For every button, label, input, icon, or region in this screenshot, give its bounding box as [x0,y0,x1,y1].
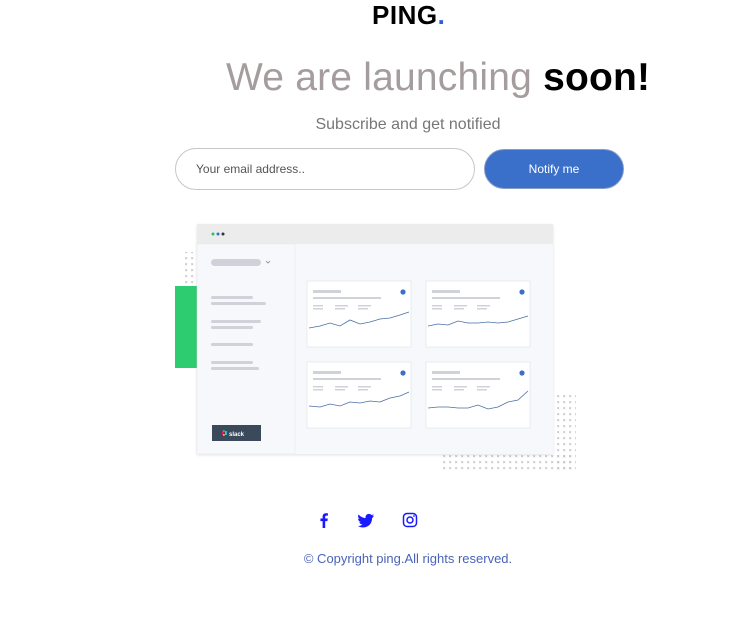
brand-name: PING [372,0,438,30]
window-titlebar [197,224,553,244]
headline-light: We are launching [226,56,533,99]
sidebar-dropdown [211,259,261,266]
twitter-icon [358,513,374,528]
sidebar-line [211,367,259,370]
sidebar-panel [196,243,296,455]
facebook-link[interactable] [316,512,332,528]
stat-card [425,280,531,348]
sidebar-line [211,296,253,299]
sidebar-line [211,320,261,323]
headline-bold: soon! [543,56,651,99]
stat-card [425,361,531,429]
email-input[interactable] [175,148,475,190]
dots-pattern-right [556,392,576,472]
brand-logo: PING. [372,0,445,31]
card-badge-icon [519,289,525,295]
notify-button[interactable]: Notify me [484,149,624,189]
card-badge-icon [519,370,525,376]
sidebar-line [211,361,253,364]
sidebar-line [211,302,266,305]
stat-card [306,280,412,348]
instagram-link[interactable] [402,512,418,528]
facebook-icon [320,513,328,528]
stat-card [306,361,412,429]
copyright-text: © Copyright ping.All rights reserved. [303,551,513,566]
card-badge-icon [400,370,406,376]
sidebar-line [211,326,253,329]
slack-label: slack [229,432,245,438]
subtitle: Subscribe and get notified [315,116,501,133]
twitter-link[interactable] [358,512,374,528]
brand-dot: . [437,0,446,30]
card-badge-icon [400,289,406,295]
sidebar-line [211,343,253,346]
page-headline: We are launching soon! [226,56,650,100]
window-dot-blue [216,232,220,236]
window-dot-green [211,232,215,236]
dots-pattern-bottom [442,454,572,472]
dashboard-illustration: slack [175,224,576,472]
window-dot-dark [221,232,225,236]
instagram-icon [402,512,418,528]
